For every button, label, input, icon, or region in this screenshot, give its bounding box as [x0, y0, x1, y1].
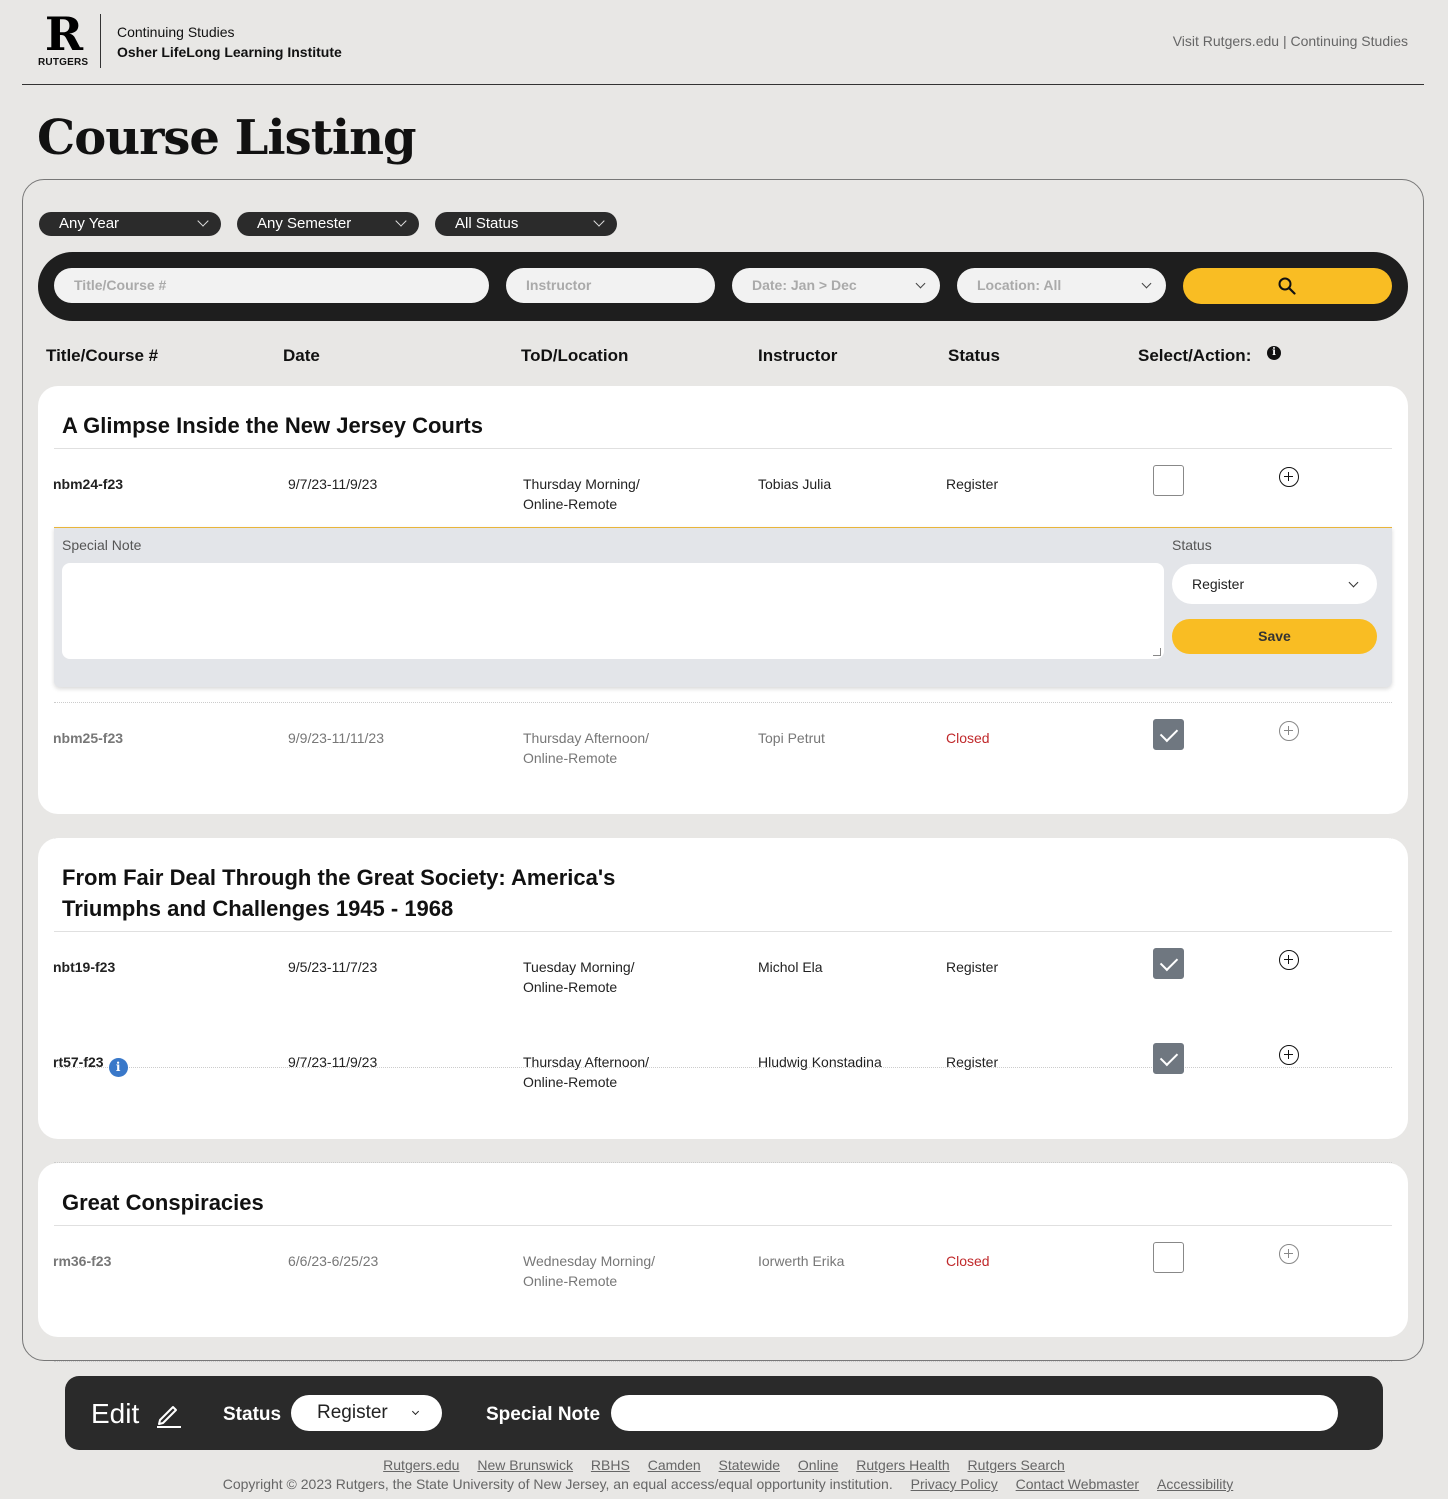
course-card: Great Conspiracies rm36-f23 6/6/23-6/25/…: [38, 1163, 1408, 1362]
course-card: From Fair Deal Through the Great Society…: [38, 838, 1408, 1163]
status-badge: Register: [946, 1054, 999, 1070]
chevron-down-icon: [197, 215, 209, 227]
footer-link[interactable]: Camden: [648, 1457, 701, 1473]
add-circle-icon[interactable]: [1279, 1244, 1299, 1264]
site-header: R RUTGERS Continuing Studies Osher LifeL…: [22, 0, 1424, 85]
status-select[interactable]: All Status: [435, 212, 617, 236]
add-circle-icon[interactable]: [1279, 467, 1299, 487]
page-title: Course Listing: [37, 110, 417, 166]
footer-link[interactable]: Rutgers Search: [968, 1457, 1065, 1473]
select-checkbox[interactable]: [1153, 719, 1184, 750]
select-checkbox[interactable]: [1153, 465, 1184, 496]
filter-row: Any Year Any Semester All Status: [39, 212, 617, 236]
footer-link[interactable]: Rutgers.edu: [383, 1457, 459, 1473]
select-checkbox[interactable]: [1153, 1242, 1184, 1273]
search-button[interactable]: [1183, 268, 1392, 304]
note-status-select[interactable]: Register: [1172, 564, 1377, 604]
logo-divider: [100, 14, 101, 68]
col-action: Select/Action:: [1138, 346, 1252, 365]
divider: [54, 931, 1392, 932]
col-status: Status: [948, 346, 1000, 365]
course-card: A Glimpse Inside the New Jersey Courts n…: [38, 386, 1408, 839]
search-icon: [1278, 277, 1296, 295]
status-badge: Register: [946, 959, 999, 975]
footer-links: Rutgers.edu New Brunswick RBHS Camden St…: [0, 1457, 1448, 1473]
table-row: nbt19-f23 9/5/23-11/7/23 Tuesday Morning…: [38, 948, 1408, 1068]
save-button[interactable]: Save: [1172, 619, 1377, 654]
bulk-edit-bar: Edit Status Register Special Note: [65, 1376, 1383, 1450]
table-row: nbm25-f23 9/9/23-11/11/23 Thursday After…: [38, 719, 1408, 839]
footer-link[interactable]: New Brunswick: [477, 1457, 573, 1473]
col-date: Date: [283, 346, 320, 365]
info-icon[interactable]: i: [108, 1058, 128, 1077]
add-circle-icon[interactable]: [1279, 721, 1299, 741]
privacy-link[interactable]: Privacy Policy: [911, 1476, 998, 1492]
footer-link[interactable]: Statewide: [719, 1457, 780, 1473]
chevron-down-icon: [411, 1407, 420, 1416]
date-select[interactable]: Date: Jan > Dec: [732, 268, 940, 303]
course-title: Great Conspiracies: [62, 1190, 264, 1215]
org-name: Continuing Studies Osher LifeLong Learni…: [117, 24, 342, 60]
divider: [54, 448, 1392, 449]
chevron-down-icon: [593, 215, 605, 227]
copyright: Copyright © 2023 Rutgers, the State Univ…: [222, 1476, 1234, 1492]
year-select[interactable]: Any Year: [39, 212, 221, 236]
col-title: Title/Course #: [46, 346, 159, 365]
resize-handle-icon[interactable]: [1153, 648, 1161, 656]
footer-link[interactable]: Rutgers Health: [856, 1457, 949, 1473]
info-icon[interactable]: i: [1267, 346, 1281, 360]
contact-link[interactable]: Contact Webmaster: [1016, 1476, 1139, 1492]
rutgers-logo[interactable]: R RUTGERS: [38, 11, 88, 72]
col-tod: ToD/Location: [521, 346, 629, 365]
chevron-down-icon: [395, 215, 407, 227]
chevron-down-icon: [915, 278, 926, 289]
divider: [54, 702, 1392, 703]
title-course-input[interactable]: Title/Course #: [54, 268, 489, 303]
bulk-status-select[interactable]: Register: [291, 1395, 442, 1431]
add-circle-icon[interactable]: [1279, 1045, 1299, 1065]
footer-link[interactable]: Online: [798, 1457, 838, 1473]
select-checkbox[interactable]: [1153, 948, 1184, 979]
course-title: From Fair Deal Through the Great Society…: [62, 865, 616, 921]
divider: [54, 1225, 1392, 1226]
instructor-input[interactable]: Instructor: [506, 268, 715, 303]
special-note-textarea[interactable]: [62, 563, 1164, 659]
status-badge: Register: [946, 476, 999, 492]
semester-select[interactable]: Any Semester: [237, 212, 419, 236]
table-row: rm36-f23 6/6/23-6/25/23 Wednesday Mornin…: [38, 1242, 1408, 1362]
special-note-panel: Special Note Status Register Save: [54, 527, 1392, 687]
status-badge: Closed: [946, 730, 990, 746]
select-checkbox[interactable]: [1153, 1043, 1184, 1074]
pencil-icon[interactable]: [155, 1400, 183, 1428]
location-select[interactable]: Location: All: [957, 268, 1166, 303]
column-headers: Title/Course # Date ToD/Location Instruc…: [23, 346, 1423, 370]
edit-label: Edit: [91, 1398, 140, 1429]
course-panel: Any Year Any Semester All Status Title/C…: [22, 179, 1424, 1362]
chevron-down-icon: [1141, 278, 1152, 289]
footer-link[interactable]: RBHS: [591, 1457, 630, 1473]
accessibility-link[interactable]: Accessibility: [1157, 1476, 1233, 1492]
col-instructor: Instructor: [758, 346, 838, 365]
chevron-down-icon: [1348, 577, 1359, 588]
bulk-note-input[interactable]: [611, 1395, 1338, 1431]
course-title: A Glimpse Inside the New Jersey Courts: [62, 413, 483, 438]
search-bar: Title/Course # Instructor Date: Jan > De…: [38, 252, 1408, 321]
table-row: rt57-f23 i 9/7/23-11/9/23 Thursday Aftern…: [38, 1043, 1408, 1163]
status-badge: Closed: [946, 1253, 990, 1269]
visit-links[interactable]: Visit Rutgers.edu | Continuing Studies: [1173, 33, 1408, 49]
add-circle-icon[interactable]: [1279, 950, 1299, 970]
